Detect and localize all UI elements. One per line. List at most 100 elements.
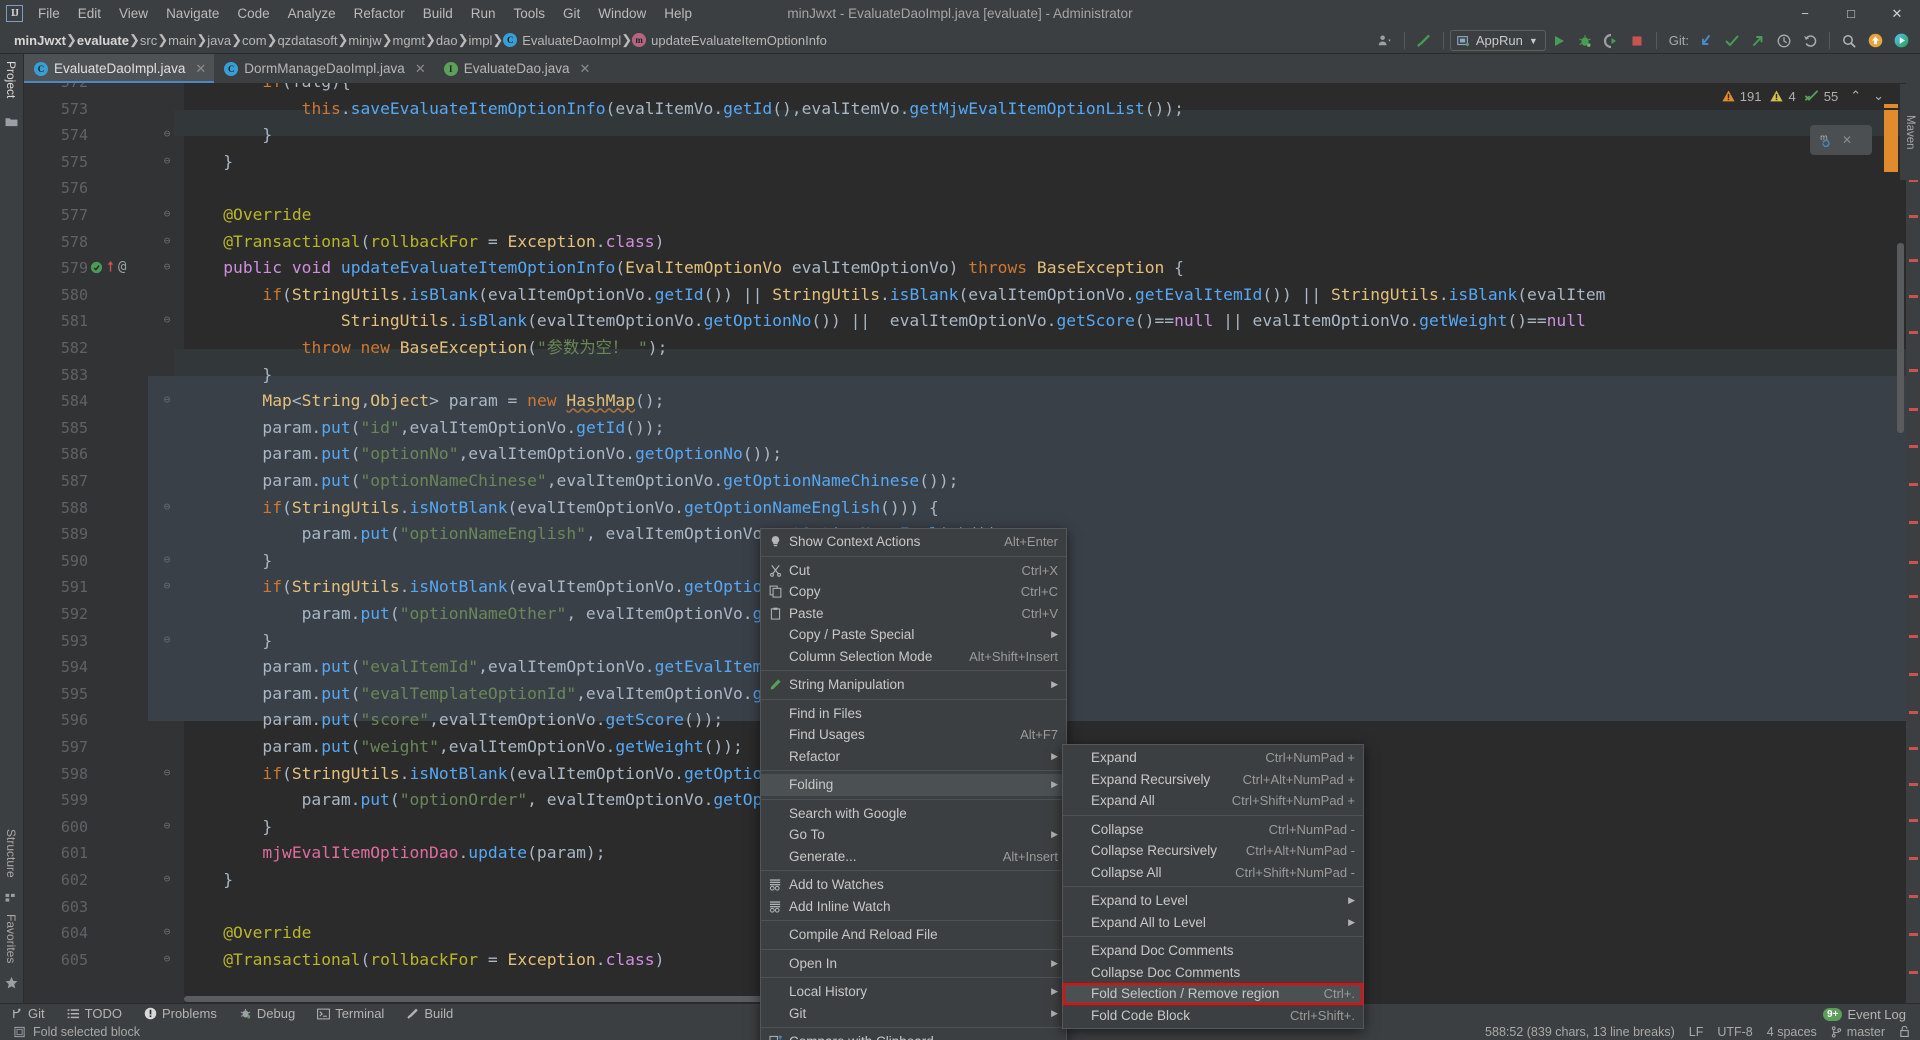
menu-item-go-to[interactable]: Go To ▶ <box>761 824 1066 846</box>
prev-problem-button[interactable]: ⌃ <box>1850 88 1861 104</box>
run-configuration-selector[interactable]: AppRun ▼ <box>1449 30 1546 51</box>
breadcrumb-item[interactable]: C EvaluateDaoImpl <box>503 33 621 48</box>
code-text[interactable]: @Transactional(rollbackFor = Exception.c… <box>184 229 664 256</box>
line-number[interactable]: 602 <box>24 871 88 889</box>
line-number[interactable]: 584 <box>24 392 88 410</box>
line-number[interactable]: 583 <box>24 366 88 384</box>
fold-marker-icon[interactable]: ⊖ <box>160 260 174 273</box>
menu-item-compare-with-clipboard[interactable]: Compare with Clipboard <box>761 1031 1066 1040</box>
menu-item-collapse[interactable]: Collapse Ctrl+NumPad - <box>1063 819 1363 841</box>
play-gradient-icon[interactable] <box>1888 29 1914 52</box>
folding-submenu[interactable]: Expand Ctrl+NumPad + Expand Recursively Ctr… <box>1062 744 1364 1029</box>
update-icon[interactable] <box>1862 29 1888 52</box>
line-number[interactable]: 605 <box>24 951 88 969</box>
inspection-marker[interactable] <box>1909 673 1918 676</box>
code-text[interactable]: param.put("evalItemId",evalItemOptionVo.… <box>184 654 821 681</box>
menu-item-fold-selection-remove-region[interactable]: Fold Selection / Remove region Ctrl+. <box>1063 983 1363 1005</box>
menu-item-add-to-watches[interactable]: Add to Watches <box>761 874 1066 896</box>
menu-item-search-with-google[interactable]: Search with Google <box>761 803 1066 825</box>
code-line[interactable]: 575 ⊖ } <box>24 149 1920 176</box>
editor-tab[interactable]: C EvaluateDaoImpl.java ✕ <box>24 54 215 83</box>
menu-build[interactable]: Build <box>414 2 462 25</box>
menu-item-cut[interactable]: Cut Ctrl+X <box>761 560 1066 582</box>
code-text[interactable]: param.put("weight",evalItemOptionVo.getW… <box>184 734 742 761</box>
menu-item-show-context-actions[interactable]: Show Context Actions Alt+Enter <box>761 531 1066 553</box>
inspection-marker[interactable] <box>1909 408 1918 411</box>
inspection-summary[interactable]: 191 4 55 ⌃ ⌄ <box>1722 88 1884 104</box>
inspection-marker[interactable] <box>1909 259 1918 262</box>
menu-item-string-manipulation[interactable]: String Manipulation ▶ <box>761 674 1066 696</box>
fold-marker-icon[interactable]: ⊖ <box>160 127 174 140</box>
inspection-gutter[interactable] <box>1906 83 1920 1003</box>
menu-run[interactable]: Run <box>462 2 505 25</box>
code-text[interactable]: @Override <box>184 202 311 229</box>
line-number[interactable]: 587 <box>24 472 88 490</box>
menu-item-copy-paste-special[interactable]: Copy / Paste Special ▶ <box>761 624 1066 646</box>
bottom-tool-build[interactable]: Build <box>395 1004 464 1024</box>
debug-icon[interactable] <box>1572 29 1598 52</box>
inspection-marker[interactable] <box>1909 483 1918 486</box>
bottom-tool-problems[interactable]: Problems <box>133 1004 228 1024</box>
line-number[interactable]: 603 <box>24 898 88 916</box>
inspection-marker[interactable] <box>1909 295 1918 298</box>
next-problem-button[interactable]: ⌄ <box>1873 88 1884 104</box>
fold-marker-icon[interactable]: ⊖ <box>160 553 174 566</box>
inspection-marker[interactable] <box>1909 521 1918 524</box>
menu-item-local-history[interactable]: Local History ▶ <box>761 981 1066 1003</box>
code-line[interactable]: 584 ⊖ Map<String,Object> param = new Hash… <box>24 388 1920 415</box>
code-text[interactable]: public void updateEvaluateItemOptionInfo… <box>184 255 1184 282</box>
file-encoding[interactable]: UTF-8 <box>1717 1025 1752 1039</box>
fold-marker-icon[interactable]: ⊖ <box>160 154 174 167</box>
breadcrumb-item[interactable]: qzdatasoft <box>277 33 337 48</box>
menu-item-expand-doc-comments[interactable]: Expand Doc Comments <box>1063 940 1363 962</box>
run-coverage-icon[interactable] <box>1598 29 1624 52</box>
breadcrumb-item[interactable]: impl <box>469 33 493 48</box>
maven-reload-icon[interactable]: m <box>1819 132 1835 148</box>
inspection-marker[interactable] <box>1909 857 1918 860</box>
line-number[interactable]: 589 <box>24 525 88 543</box>
code-line[interactable]: 586 param.put("optionNo",evalItemOptionV… <box>24 441 1920 468</box>
code-line[interactable]: 573 this.saveEvaluateItemOptionInfo(eval… <box>24 96 1920 123</box>
maven-reload-chip[interactable]: m ✕ <box>1810 125 1872 155</box>
bottom-tool-terminal[interactable]: Terminal <box>306 1004 395 1024</box>
menu-item-open-in[interactable]: Open In ▶ <box>761 953 1066 975</box>
code-text[interactable]: } <box>184 362 272 389</box>
code-line[interactable]: 572 if(falg){ <box>24 83 1920 96</box>
git-push-icon[interactable] <box>1745 29 1771 52</box>
breadcrumb-item[interactable]: mgmt <box>393 33 426 48</box>
menu-item-expand-all[interactable]: Expand All Ctrl+Shift+NumPad + <box>1063 790 1363 812</box>
breadcrumb-item[interactable]: main <box>168 33 196 48</box>
menu-item-compile-and-reload-file[interactable]: Compile And Reload File <box>761 924 1066 946</box>
line-number[interactable]: 586 <box>24 445 88 463</box>
hammer-icon[interactable] <box>1411 29 1437 52</box>
breadcrumb-item[interactable]: src <box>140 33 157 48</box>
menu-item-expand-to-level[interactable]: Expand to Level ▶ <box>1063 890 1363 912</box>
menu-item-column-selection-mode[interactable]: Column Selection Mode Alt+Shift+Insert <box>761 646 1066 668</box>
menu-window[interactable]: Window <box>589 2 655 25</box>
menu-item-expand-recursively[interactable]: Expand Recursively Ctrl+Alt+NumPad + <box>1063 769 1363 791</box>
inspection-marker[interactable] <box>1909 561 1918 564</box>
code-text[interactable]: mjwEvalItemOptionDao.update(param); <box>184 840 605 867</box>
close-tab-icon[interactable]: ✕ <box>415 61 426 77</box>
menu-item-git[interactable]: Git ▶ <box>761 1003 1066 1025</box>
sidebar-item-maven[interactable]: Maven <box>1900 84 1920 180</box>
breadcrumb-item[interactable]: minjw <box>348 33 381 48</box>
line-number[interactable]: 604 <box>24 924 88 942</box>
breadcrumb-item[interactable]: m updateEvaluateItemOptionInfo <box>632 33 827 48</box>
menu-item-add-inline-watch[interactable]: Add Inline Watch <box>761 896 1066 918</box>
line-number[interactable]: 575 <box>24 153 88 171</box>
fold-marker-icon[interactable]: ⊖ <box>160 633 174 646</box>
editor-tab[interactable]: C DormManageDaoImpl.java ✕ <box>214 54 433 83</box>
code-text[interactable]: @Transactional(rollbackFor = Exception.c… <box>184 947 664 974</box>
menu-refactor[interactable]: Refactor <box>345 2 414 25</box>
fold-marker-icon[interactable]: ⊖ <box>160 234 174 247</box>
line-number[interactable]: 582 <box>24 339 88 357</box>
line-number[interactable]: 580 <box>24 286 88 304</box>
breadcrumb-item[interactable]: evaluate <box>77 33 129 48</box>
line-number[interactable]: 596 <box>24 711 88 729</box>
menu-item-paste[interactable]: Paste Ctrl+V <box>761 603 1066 625</box>
breadcrumb-item[interactable]: com <box>242 33 267 48</box>
bottom-tool-git[interactable]: Git <box>0 1004 56 1024</box>
line-number[interactable]: 597 <box>24 738 88 756</box>
menu-edit[interactable]: Edit <box>69 2 110 25</box>
